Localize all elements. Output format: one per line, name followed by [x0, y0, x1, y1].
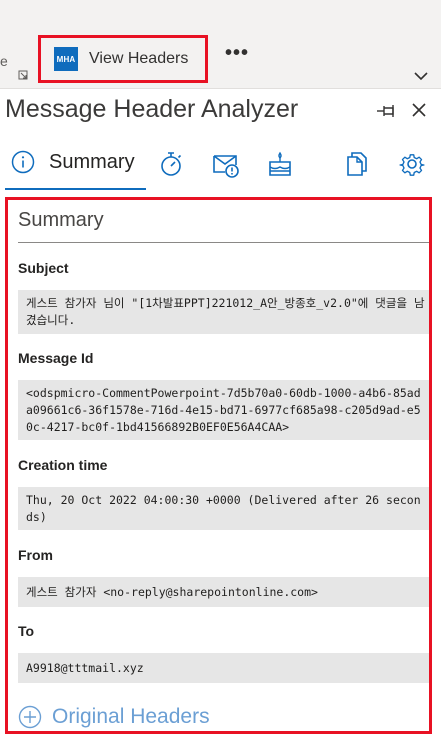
view-headers-label: View Headers	[89, 50, 189, 67]
tab-summary[interactable]: Summary	[5, 136, 146, 190]
to-value: A9918@tttmail.xyz	[18, 653, 429, 683]
from-value: 게스트 참가자 <no-reply@sharepointonline.com>	[18, 577, 429, 607]
creation-time-value: Thu, 20 Oct 2022 04:00:30 +0000 (Deliver…	[18, 487, 429, 530]
mail-warning-icon[interactable]	[211, 150, 239, 178]
subject-value: 게스트 참가자 님이 "[1차발표PPT]221012_A안_방종호_v2.0"…	[18, 290, 429, 334]
plus-circle-icon	[18, 705, 42, 729]
more-options-button[interactable]: •••	[222, 43, 252, 72]
pin-icon[interactable]	[376, 102, 398, 120]
from-label: From	[18, 547, 53, 563]
original-headers-toggle[interactable]: Original Headers	[18, 705, 210, 729]
pane-title: Message Header Analyzer	[5, 95, 299, 123]
ribbon: e MHA View Headers •••	[0, 0, 441, 89]
info-icon	[11, 150, 35, 174]
chevron-down-icon[interactable]	[414, 71, 428, 81]
summary-panel: Summary Subject 게스트 참가자 님이 "[1차발표PPT]221…	[5, 197, 432, 734]
view-headers-button[interactable]: MHA View Headers	[38, 35, 208, 83]
message-id-value: <odspmicro-CommentPowerpoint-7d5b70a0-60…	[18, 380, 429, 440]
cake-icon[interactable]	[266, 150, 294, 178]
creation-time-label: Creation time	[18, 457, 108, 473]
subject-label: Subject	[18, 260, 69, 276]
tab-summary-label: Summary	[49, 150, 135, 173]
mha-logo-icon: MHA	[54, 47, 78, 71]
copy-icon[interactable]	[343, 150, 371, 178]
close-icon[interactable]	[411, 102, 427, 118]
original-headers-label: Original Headers	[52, 705, 210, 728]
to-label: To	[18, 623, 35, 639]
summary-title: Summary	[18, 209, 104, 231]
group-launcher-icon[interactable]	[18, 70, 28, 80]
ribbon-edge-text: e	[0, 53, 8, 69]
gear-icon[interactable]	[398, 150, 426, 178]
stopwatch-icon[interactable]	[157, 150, 185, 178]
summary-divider	[18, 242, 429, 243]
message-id-label: Message Id	[18, 350, 94, 366]
